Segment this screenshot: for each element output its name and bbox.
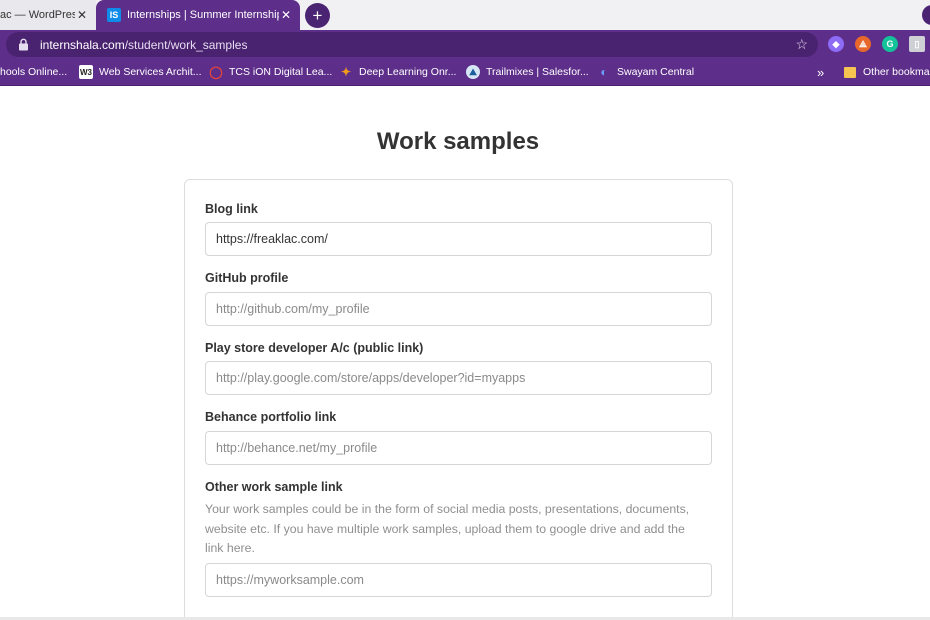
url-text: internshala.com/student/work_samples: [40, 38, 247, 52]
internshala-favicon-icon: IS: [107, 8, 121, 22]
bookmark-swayam-central[interactable]: ◐ Swayam Central: [597, 59, 694, 85]
trailhead-icon: ⛰: [466, 65, 480, 79]
github-profile-label: GitHub profile: [205, 271, 289, 285]
bookmark-tcs-ion[interactable]: ◯ TCS iON Digital Lea...: [209, 59, 332, 85]
blog-link-label: Blog link: [205, 202, 258, 216]
play-store-label: Play store developer A/c (public link): [205, 341, 424, 355]
bookmark-star-icon[interactable]: ☆: [795, 36, 808, 53]
tab-title: Internships | Summer Internship: [127, 9, 279, 21]
play-store-input[interactable]: [205, 361, 712, 395]
behance-portfolio-input[interactable]: [205, 431, 712, 465]
other-bookmarks-folder[interactable]: Other bookmarks: [844, 59, 930, 85]
w3-icon: W3: [79, 65, 93, 79]
deep-learning-icon: ✦: [340, 65, 352, 79]
address-bar[interactable]: internshala.com/student/work_samples ☆: [6, 32, 818, 57]
url-path: /student/work_samples: [124, 37, 248, 52]
bookmark-deep-learning[interactable]: ✦ Deep Learning Onr...: [339, 59, 457, 85]
tab-strip: ac — WordPress ✕ IS Internships | Summer…: [0, 0, 930, 30]
other-work-sample-help-text: Your work samples could be in the form o…: [205, 502, 690, 555]
bookmark-schools-online[interactable]: hools Online...: [0, 59, 67, 85]
other-extension-icon[interactable]: ▯: [909, 36, 925, 52]
bookmark-label: Deep Learning Onr...: [359, 66, 457, 78]
url-host: internshala.com: [40, 37, 125, 52]
chevron-double-right-icon: »: [817, 64, 825, 80]
browser-toolbar: internshala.com/student/work_samples ☆: [0, 30, 930, 59]
bookmark-label: hools Online...: [0, 66, 68, 78]
github-profile-input[interactable]: [205, 292, 712, 326]
bookmark-label: Trailmixes | Salesfor...: [486, 66, 589, 78]
close-icon[interactable]: ✕: [279, 8, 293, 22]
tag-extension-icon[interactable]: ◆: [828, 36, 844, 52]
profile-avatar[interactable]: [922, 5, 930, 25]
bookmarks-overflow-button[interactable]: »: [817, 59, 824, 85]
bookmark-w3-web-services[interactable]: W3 Web Services Archit...: [79, 59, 202, 85]
other-work-sample-label: Other work sample link: [205, 480, 343, 494]
tab-title: ac — WordPress: [0, 9, 75, 21]
tab-internshala[interactable]: IS Internships | Summer Internship ✕: [96, 0, 300, 30]
lock-icon[interactable]: [16, 38, 30, 52]
blog-link-input[interactable]: [205, 222, 712, 256]
plus-icon: +: [312, 6, 323, 25]
bookmark-label: Swayam Central: [617, 66, 695, 78]
other-work-sample-input[interactable]: [205, 563, 712, 597]
page-title: Work samples: [376, 128, 540, 155]
close-icon[interactable]: ✕: [75, 8, 89, 22]
tcs-ion-icon: ◯: [209, 65, 223, 79]
new-tab-button[interactable]: +: [305, 3, 330, 28]
swayam-icon: ◐: [600, 65, 608, 79]
tab-wordpress[interactable]: ac — WordPress ✕: [0, 0, 96, 30]
shuffle-extension-icon[interactable]: ⟁: [855, 36, 871, 52]
behance-portfolio-label: Behance portfolio link: [205, 410, 337, 424]
bookmarks-bar: hools Online... W3 Web Services Archit..…: [0, 59, 930, 86]
bookmark-label: Web Services Archit...: [99, 66, 202, 78]
bookmark-label: Other bookmarks: [863, 66, 930, 78]
grammarly-extension-icon[interactable]: G: [882, 36, 898, 52]
folder-icon: [844, 66, 856, 78]
bookmark-trailmixes[interactable]: ⛰ Trailmixes | Salesfor...: [466, 59, 589, 85]
bookmark-label: TCS iON Digital Lea...: [229, 66, 333, 78]
